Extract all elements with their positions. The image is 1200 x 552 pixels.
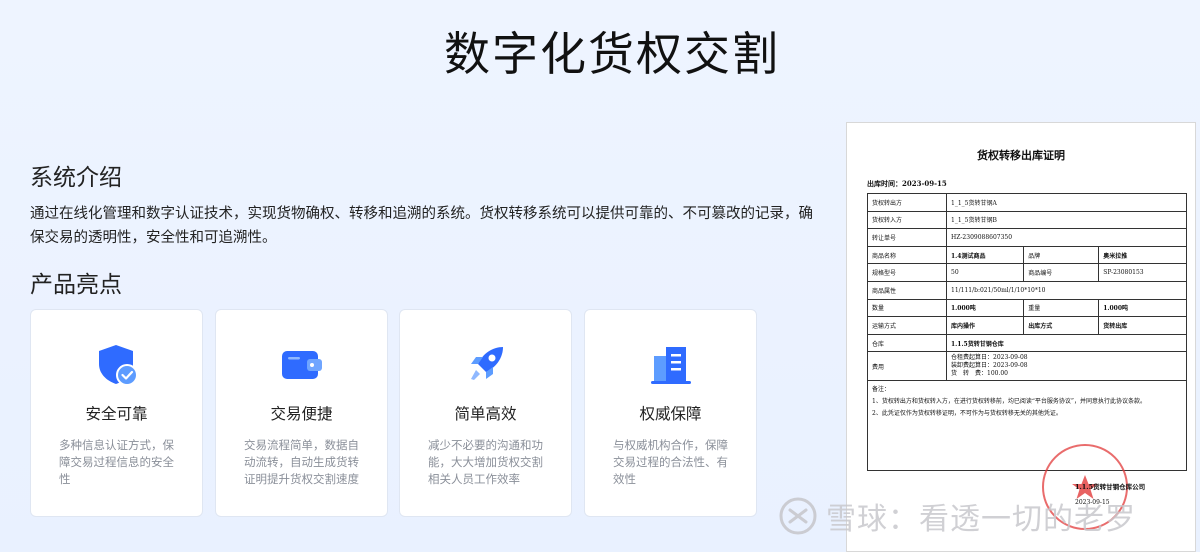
highlights-heading: 产品亮点 — [30, 272, 122, 298]
card-title: 交易便捷 — [270, 405, 333, 423]
certificate-date: 出库时间：2023-09-15 — [867, 179, 947, 188]
fee-line: 货 转 费：100.00 — [951, 370, 1008, 378]
table-cell: 11/111/b:021/50ml/1/10*10*10 — [946, 280, 1187, 300]
card-description: 交易流程简单，数据自动流转，自动生成货转证明提升货权交割速度 — [244, 438, 359, 486]
table-row: 仓库 1.1.5货转甘钢仓库 — [867, 333, 1187, 353]
card-title: 权威保障 — [639, 405, 702, 423]
company-name: 1.1.5货转甘钢仓库公司 — [1075, 483, 1146, 491]
table-cell: HZ-2309088607350 — [946, 228, 1187, 247]
page-title: 数字化货权交割 — [444, 27, 780, 81]
highlight-card-security[interactable]: 安全可靠 多种信息认证方式，保障交易过程信息的安全性 — [30, 309, 203, 517]
notes-title: 备注： — [872, 386, 891, 394]
table-cell: 奥米拉推 — [1098, 245, 1187, 265]
card-description: 多种信息认证方式，保障交易过程信息的安全性 — [59, 438, 174, 486]
table-row: 货权转入方 1_1_5货转甘钢B — [867, 210, 1187, 230]
table-cell: 1.1.5货转甘钢仓库 — [946, 333, 1187, 353]
table-cell: 50 — [945, 263, 1025, 282]
table-cell: 数量 — [867, 298, 947, 318]
fee-cell: 仓租费起算日：2023-09-08 装卸费起算日：2023-09-08 货 转 … — [946, 351, 1187, 382]
table-cell: 运输方式 — [867, 316, 947, 335]
table-cell: SP-23080153 — [1098, 263, 1187, 282]
watermark-text: 雪球：看透一切的老罗 — [826, 502, 1136, 537]
table-cell: 费用 — [867, 351, 947, 382]
shield-check-icon — [31, 342, 202, 388]
table-cell: 重量 — [1023, 298, 1100, 318]
table-cell: 出库方式 — [1023, 316, 1100, 335]
highlight-card-authority[interactable]: 权威保障 与权威机构合作，保障交易过程的合法性、有效性 — [584, 309, 757, 517]
card-title: 简单高效 — [454, 405, 517, 423]
table-cell: 商品名称 — [867, 245, 947, 265]
table-cell: 货转出库 — [1098, 316, 1187, 335]
table-cell: 1.000吨 — [945, 298, 1025, 318]
table-row: 运输方式 库内操作 出库方式 货转出库 — [867, 316, 1187, 335]
table-cell: 仓库 — [867, 333, 947, 353]
table-cell: 商品编号 — [1023, 263, 1100, 282]
snowball-logo-icon — [779, 497, 817, 535]
table-cell: 品牌 — [1023, 245, 1100, 265]
certificate-title: 货权转移出库证明 — [977, 149, 1065, 162]
table-cell: 货权转出方 — [867, 193, 947, 212]
table-cell: 1.000吨 — [1098, 298, 1187, 318]
table-cell: 库内操作 — [945, 316, 1025, 335]
transfer-certificate: 货权转移出库证明 出库时间：2023-09-15 货权转出方 1_1_5货转甘钢… — [846, 122, 1196, 552]
table-row: 转让单号 HZ-2309088607350 — [867, 228, 1187, 247]
rocket-icon — [400, 342, 571, 388]
table-cell: 规格型号 — [867, 263, 947, 282]
card-description: 减少不必要的沟通和功能，大大增加货权交割相关人员工作效率 — [428, 438, 543, 486]
note-item: 2、此凭证仅作为货权转移证明，不可作为与货权转移无关的其他凭证。 — [872, 410, 1062, 418]
certificate-table: 货权转出方 1_1_5货转甘钢A 货权转入方 1_1_5货转甘钢B 转让单号 H… — [867, 193, 1187, 472]
table-row: 规格型号 50 商品编号 SP-23080153 — [867, 263, 1187, 282]
table-row: 商品属性 11/111/b:021/50ml/1/10*10*10 — [867, 280, 1187, 300]
table-row: 商品名称 1.4测试商品 品牌 奥米拉推 — [867, 245, 1187, 265]
table-row: 数量 1.000吨 重量 1.000吨 — [867, 298, 1187, 318]
card-title: 安全可靠 — [85, 405, 148, 423]
table-row: 货权转出方 1_1_5货转甘钢A — [867, 193, 1187, 212]
highlight-card-efficiency[interactable]: 简单高效 减少不必要的沟通和功能，大大增加货权交割相关人员工作效率 — [399, 309, 572, 517]
watermark: 雪球：看透一切的老罗 — [778, 496, 1136, 537]
intro-text: 通过在线化管理和数字认证技术，实现货物确权、转移和追溯的系统。货权转移系统可以提… — [30, 206, 813, 246]
card-description: 与权威机构合作，保障交易过程的合法性、有效性 — [613, 438, 728, 486]
table-cell: 1_1_5货转甘钢B — [946, 210, 1187, 230]
intro-heading: 系统介绍 — [30, 165, 122, 191]
table-cell: 转让单号 — [867, 228, 947, 247]
buildings-icon — [585, 342, 756, 388]
note-item: 1、货权转出方和货权转入方，在进行货权转移前，均已阅读“平台服务协议”，并同意执… — [872, 398, 1146, 406]
table-cell: 货权转入方 — [867, 210, 947, 230]
table-cell: 1.4测试商品 — [945, 245, 1025, 265]
table-cell: 商品属性 — [867, 280, 947, 300]
wallet-icon — [216, 342, 387, 388]
notes-cell: 备注： 1、货权转出方和货权转入方，在进行货权转移前，均已阅读“平台服务协议”，… — [867, 380, 1187, 472]
table-row: 费用 仓租费起算日：2023-09-08 装卸费起算日：2023-09-08 货… — [867, 351, 1187, 382]
highlight-card-convenience[interactable]: 交易便捷 交易流程简单，数据自动流转，自动生成货转证明提升货权交割速度 — [215, 309, 388, 517]
table-row: 备注： 1、货权转出方和货权转入方，在进行货权转移前，均已阅读“平台服务协议”，… — [867, 380, 1187, 472]
table-cell: 1_1_5货转甘钢A — [946, 193, 1187, 212]
